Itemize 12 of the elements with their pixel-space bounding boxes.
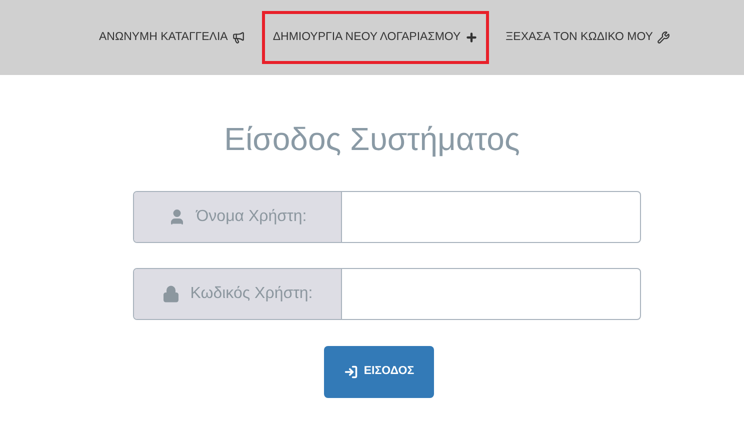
megaphone-icon [232, 31, 245, 44]
nav-link[interactable]: ΞΕΧΑΣΑ ΤΟΝ ΚΩΔΙΚΟ ΜΟΥ [494, 10, 681, 64]
login-button[interactable]: ΕΙΣΟΔΟΣ [324, 346, 434, 398]
plus-icon [464, 31, 478, 44]
nav-link[interactable]: ΔΗΜΙΟΥΡΓΙΑ ΝΕΟΥ ΛΟΓΑΡΙΑΣΜΟΥ [262, 10, 489, 64]
page-title: Είσοδος Συστήματος [223, 120, 521, 159]
sign-in-icon [344, 365, 358, 379]
label-text: Όνομα Χρήστη: [196, 207, 307, 227]
label-text: Κωδικός Χρήστη: [190, 284, 313, 304]
nav-link[interactable]: ΑΝΩΝΥΜΗ ΚΑΤΑΓΓΕΛΙΑ [88, 10, 256, 64]
wrench-icon [656, 31, 670, 44]
lock-icon [162, 285, 180, 303]
